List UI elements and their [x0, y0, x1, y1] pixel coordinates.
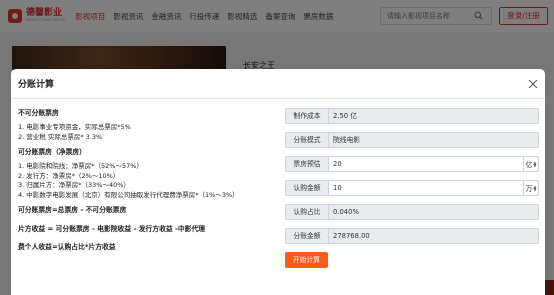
split-rules: 不可分账票房 1. 电影事业专项资金，实际总票房*5% 2. 营业税 实际总票房…	[18, 109, 280, 252]
formula-producer-income: 片方收益 = 可分账票房 - 电影院收益 - 发行方收益 -中影代理	[18, 225, 206, 233]
formula-personal-income: 费个人收益=认购占比*片方收益	[18, 243, 116, 251]
cost-row: 制作成本 2.50 亿	[285, 108, 539, 124]
select-arrows-icon: ▲ ▼	[533, 160, 537, 168]
split-line: 4. 中影数字电影发展（北京）有限公司抽取发行代理费净票房*（1%～3%）	[18, 190, 239, 199]
ratio-value: 0.040%	[328, 204, 539, 220]
split-amount-label: 分账金额	[285, 228, 328, 244]
subscribe-row: 认购金额 10 万 ▲ ▼	[285, 180, 539, 196]
select-arrows-icon: ▲ ▼	[533, 184, 537, 192]
split-line: 2. 发行方：净票房*（2%～10%）	[18, 171, 120, 180]
split-line: 3. 归属片方：净票房*（33%～40%）	[18, 181, 130, 189]
box-office-unit-select[interactable]: 亿 ▲ ▼	[523, 156, 539, 172]
mode-row: 分账模式 院线电影	[285, 132, 539, 148]
split-line: 1. 电影院和院线：净票房*（52%～57%）	[18, 162, 143, 170]
box-office-row: 票房预估 20 亿 ▲ ▼	[285, 156, 539, 172]
box-office-unit: 亿	[525, 161, 533, 169]
start-calculate-button[interactable]: 开始计算	[285, 252, 328, 268]
ratio-row: 认购占比 0.040%	[285, 204, 539, 220]
subscribe-unit: 万	[525, 185, 533, 193]
close-icon[interactable]	[528, 79, 538, 89]
modal-title: 分账计算	[18, 80, 55, 90]
cost-label: 制作成本	[285, 108, 328, 124]
subscribe-label: 认购金额	[285, 180, 328, 196]
box-office-label: 票房预估	[285, 156, 328, 172]
split-title: 可分账票房（净票房）	[18, 148, 86, 156]
subscribe-unit-select[interactable]: 万 ▲ ▼	[523, 180, 539, 196]
modal-header: 分账计算	[11, 69, 545, 99]
calculator-form: 制作成本 2.50 亿 分账模式 院线电影 票房预估 20 亿 ▲ ▼ 认购金额 …	[285, 108, 539, 268]
box-office-input[interactable]: 20	[328, 156, 523, 172]
split-calculator-modal: 分账计算 不可分账票房 1. 电影事业专项资金，实际总票房*5% 2. 营业税 …	[11, 69, 545, 295]
mode-value: 院线电影	[328, 132, 539, 148]
mode-label: 分账模式	[285, 132, 328, 148]
formula-net-box: 可分账票房=总票房 - 不可分账票房	[18, 206, 127, 214]
ratio-label: 认购占比	[285, 204, 328, 220]
non-split-title: 不可分账票房	[18, 109, 59, 117]
split-amount-value: 278768.00	[328, 228, 539, 244]
non-split-line: 1. 电影事业专项资金，实际总票房*5%	[18, 123, 131, 131]
split-amount-row: 分账金额 278768.00	[285, 228, 539, 244]
non-split-line: 2. 营业税 实际总票房* 3.3%	[18, 132, 103, 141]
subscribe-input[interactable]: 10	[328, 180, 523, 196]
cost-value: 2.50 亿	[328, 108, 539, 124]
